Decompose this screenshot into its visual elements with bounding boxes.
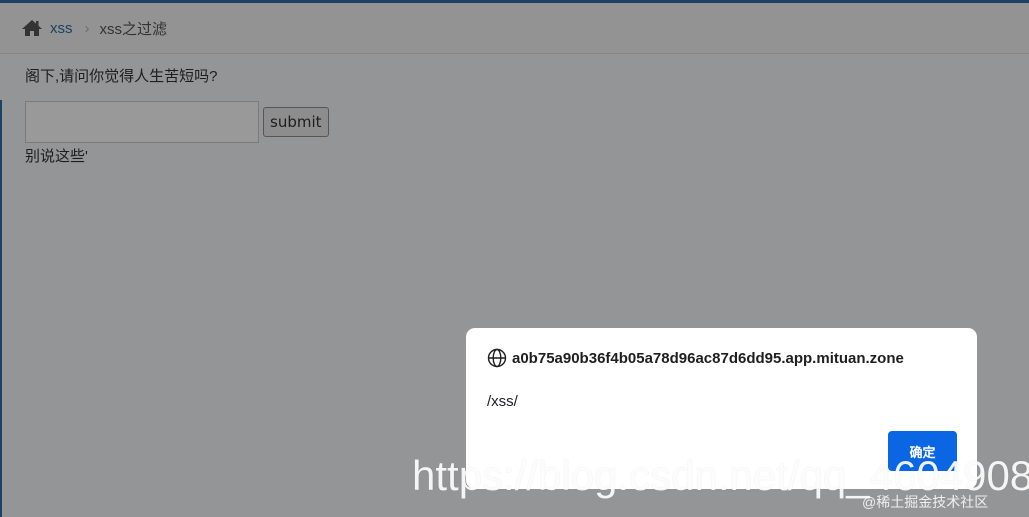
globe-icon [487,348,507,368]
watermark-source: @稀土掘金技术社区 [862,494,989,510]
dialog-message: /xss/ [487,393,518,410]
dialog-origin: a0b75a90b36f4b05a78d96ac87d6dd95.app.mit… [512,349,904,367]
dialog-header: a0b75a90b36f4b05a78d96ac87d6dd95.app.mit… [487,348,904,368]
watermark-url: https://blog.csdn.net/qq_46049080 [412,452,1029,499]
